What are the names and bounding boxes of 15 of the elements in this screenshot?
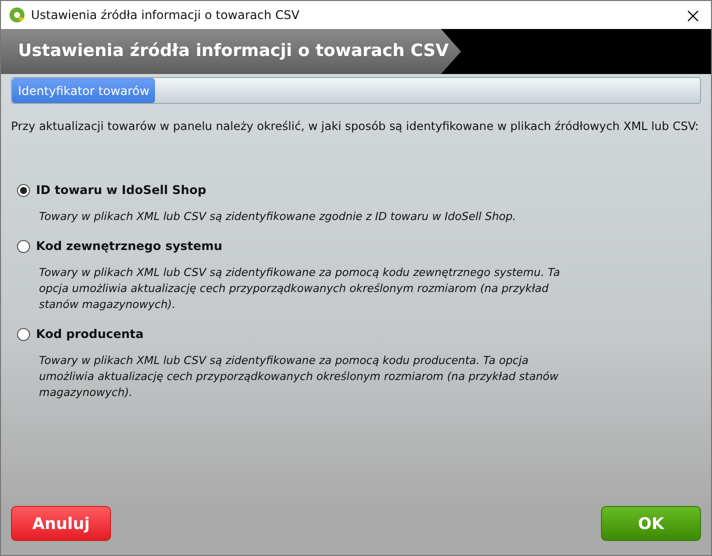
- window-title: Ustawienia źródła informacji o towarach CSV: [31, 7, 300, 24]
- radio-option[interactable]: Kod producenta: [17, 325, 701, 343]
- close-icon: [687, 10, 699, 22]
- radio-option[interactable]: ID towaru w IdoSell Shop: [17, 181, 701, 200]
- cancel-button[interactable]: Anuluj: [11, 506, 111, 541]
- intro-text: Przy aktualizacji towarów w panelu należy określić, w jaki sposób są identyfikowane w plikach źródłowych XML lub CSV:: [11, 118, 700, 135]
- option-description: Towary w plikach XML lub CSV są zidentyfikowane zgodnie z ID towaru w IdoSell Shop.: [39, 209, 518, 226]
- radio-button[interactable]: [17, 328, 30, 340]
- option-description: Towary w plikach XML lub CSV są zidentyfikowane za pomocą kodu zewnętrznego systemu. Ta opcja umożliwia aktualizację cech przyporządkowanych określonym rozmiarom (na przykład stanów magazynowych).: [39, 265, 562, 313]
- radio-option[interactable]: Kod zewnętrznego systemu: [17, 237, 701, 256]
- option-description: Towary w plikach XML lub CSV są zidentyfikowane za pomocą kodu producenta. Ta opcja umożliwia aktualizację cech przyporządkowanych określonym rozmiarom (na przykład stanów magazynowych).: [39, 353, 560, 401]
- header-title: Ustawienia źródła informacji o towarach CSV: [18, 40, 449, 63]
- app-icon: [9, 7, 25, 23]
- radio-button[interactable]: [17, 184, 30, 197]
- radio-button[interactable]: [17, 240, 30, 253]
